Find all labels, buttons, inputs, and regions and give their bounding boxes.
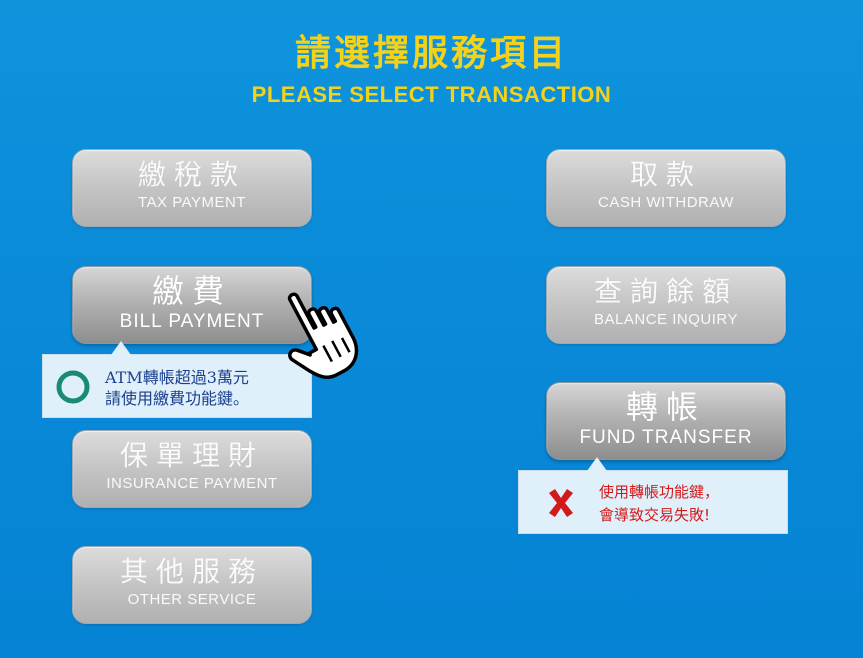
cash-withdraw-button[interactable]: 取款 CASH WITHDRAW	[546, 149, 786, 227]
fund-transfer-label-en: FUND TRANSFER	[579, 427, 753, 448]
fund-transfer-warning-line1: 使用轉帳功能鍵，	[599, 483, 720, 501]
hand-pointer-icon	[287, 292, 359, 380]
fund-transfer-warning-text: 使用轉帳功能鍵， 會導致交易失敗!	[599, 481, 719, 527]
bill-payment-tip-line1: ATM轉帳超過3萬元	[105, 368, 249, 387]
bill-payment-tip-line2: 請使用繳費功能鍵。	[105, 389, 250, 408]
fund-transfer-warning-line2: 會導致交易失敗!	[599, 506, 711, 524]
page-title-cn: 請選擇服務項目	[294, 32, 568, 74]
tax-payment-label-en: TAX PAYMENT	[137, 194, 246, 211]
tax-payment-button[interactable]: 繳稅款 TAX PAYMENT	[72, 149, 312, 227]
insurance-payment-label-cn: 保單理財	[119, 439, 264, 472]
cash-withdraw-label-cn: 取款	[629, 158, 702, 191]
balance-inquiry-label-cn: 查詢餘額	[593, 275, 738, 308]
other-service-button[interactable]: 其他服務 OTHER SERVICE	[72, 546, 312, 624]
insurance-payment-label-en: INSURANCE PAYMENT	[106, 475, 278, 492]
other-service-label-en: OTHER SERVICE	[127, 591, 257, 608]
bill-payment-tip-text: ATM轉帳超過3萬元 請使用繳費功能鍵。	[105, 367, 249, 409]
insurance-payment-button[interactable]: 保單理財 INSURANCE PAYMENT	[72, 430, 312, 508]
fund-transfer-warning: 使用轉帳功能鍵， 會導致交易失敗!	[518, 457, 788, 534]
fund-transfer-button[interactable]: 轉帳 FUND TRANSFER	[546, 382, 786, 460]
fund-transfer-label-cn: 轉帳	[625, 388, 706, 426]
cross-icon	[549, 489, 573, 517]
balance-inquiry-label-en: BALANCE INQUIRY	[594, 311, 738, 328]
circle-icon	[56, 370, 90, 404]
page-title-en: PLEASE SELECT TRANSACTION	[251, 82, 612, 107]
other-service-label-cn: 其他服務	[119, 555, 264, 588]
balance-inquiry-button[interactable]: 查詢餘額 BALANCE INQUIRY	[546, 266, 786, 344]
cash-withdraw-label-en: CASH WITHDRAW	[598, 194, 734, 211]
bill-payment-tip: ATM轉帳超過3萬元 請使用繳費功能鍵。	[42, 341, 312, 418]
tax-payment-label-cn: 繳稅款	[137, 158, 246, 191]
